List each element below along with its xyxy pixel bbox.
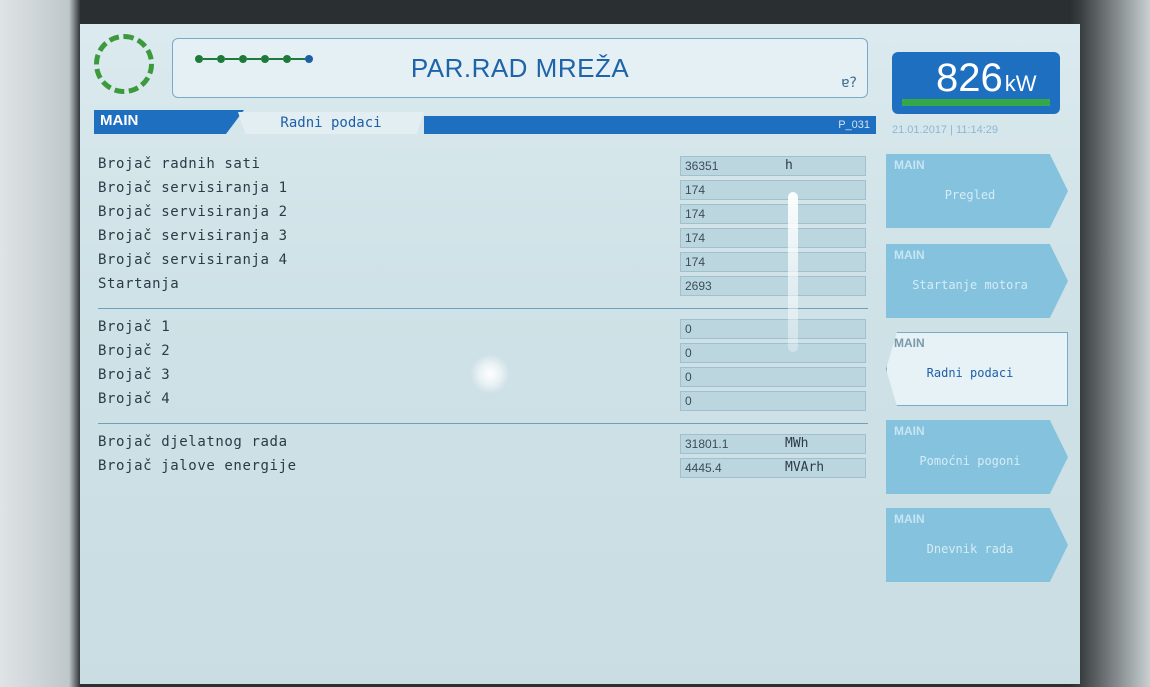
row-unit: h bbox=[785, 158, 793, 173]
row-unit: MWh bbox=[785, 436, 809, 451]
row-unit: MVArh bbox=[785, 460, 825, 475]
power-indicator: 826kW bbox=[892, 52, 1060, 114]
row-value-field: 174 bbox=[680, 204, 866, 224]
menu-button-radni-podaci[interactable]: MAIN Radni podaci bbox=[886, 332, 1068, 406]
menu-label: Pregled bbox=[944, 188, 996, 202]
datetime: 21.01.2017 | 11:14:29 bbox=[892, 124, 999, 136]
section-divider bbox=[98, 423, 868, 424]
data-list: Brojač radnih sati 36351 h Brojač servisira… bbox=[98, 154, 868, 480]
menu-group-label: MAIN bbox=[894, 424, 925, 438]
data-row: Brojač servisiranja 4 174 bbox=[98, 250, 868, 274]
page-title: PAR.RAD MREŽA bbox=[410, 53, 630, 83]
row-label: Brojač servisiranja 1 bbox=[98, 180, 288, 196]
row-value-field: 174 bbox=[680, 252, 866, 272]
row-value: 2693 bbox=[685, 279, 712, 293]
row-value: 31801.1 bbox=[685, 437, 729, 451]
data-row: Brojač radnih sati 36351 h bbox=[98, 154, 868, 178]
menu-label: Radni podaci bbox=[926, 366, 1014, 380]
menu-label: Pomoćni pogoni bbox=[919, 454, 1021, 468]
tab-main[interactable]: MAIN bbox=[94, 110, 244, 134]
row-value-field: 0 bbox=[680, 391, 866, 411]
tab-radni-podaci[interactable]: Radni podaci bbox=[238, 112, 424, 134]
row-value-field: 174 bbox=[680, 228, 866, 248]
row-value-field: 2693 bbox=[680, 276, 866, 296]
row-value: 174 bbox=[685, 255, 706, 269]
data-row: Brojač djelatnog rada 31801.1 MWh bbox=[98, 432, 868, 456]
row-value-field: 31801.1 MWh bbox=[680, 434, 866, 454]
row-value: 0 bbox=[685, 394, 692, 408]
row-value: 0 bbox=[685, 346, 692, 360]
row-label: Brojač 2 bbox=[98, 343, 171, 359]
row-label: Startanja bbox=[98, 276, 180, 292]
screen-reflection bbox=[788, 192, 798, 352]
power-level-fill bbox=[902, 99, 1050, 106]
menu-label: Startanje motora bbox=[912, 278, 1028, 292]
hmi-screen: PAR.RAD MREŽA ɐ? 826kW MAIN Radni podaci… bbox=[80, 24, 1080, 684]
data-row: Brojač servisiranja 2 174 bbox=[98, 202, 868, 226]
row-label: Brojač radnih sati bbox=[98, 156, 261, 172]
row-label: Brojač djelatnog rada bbox=[98, 434, 288, 450]
row-value: 174 bbox=[685, 207, 706, 221]
power-value-wrap: 826kW bbox=[936, 56, 1037, 101]
power-value: 826 bbox=[936, 56, 1003, 100]
row-value: 0 bbox=[685, 322, 692, 336]
tab-bar: MAIN Radni podaci P_031 bbox=[94, 110, 876, 134]
row-value-field: 36351 h bbox=[680, 156, 866, 176]
menu-button-pomoćni-pogoni[interactable]: MAIN Pomoćni pogoni bbox=[886, 420, 1068, 494]
page-code: P_031 bbox=[424, 116, 876, 134]
access-lock-icon[interactable]: ɐ? bbox=[841, 75, 857, 91]
menu-group-label: MAIN bbox=[894, 336, 925, 350]
header-title-box: PAR.RAD MREŽA ɐ? bbox=[172, 38, 868, 98]
power-unit: kW bbox=[1004, 71, 1037, 96]
row-value: 0 bbox=[685, 370, 692, 384]
row-label: Brojač jalove energije bbox=[98, 458, 297, 474]
menu-group-label: MAIN bbox=[894, 512, 925, 526]
row-label: Brojač 4 bbox=[98, 391, 171, 407]
menu-label: Dnevnik rada bbox=[926, 542, 1014, 556]
power-level-bar bbox=[902, 99, 1050, 106]
row-value: 36351 bbox=[685, 159, 719, 173]
data-row: Brojač 1 0 bbox=[98, 317, 868, 341]
row-label: Brojač 1 bbox=[98, 319, 171, 335]
row-value-field: 0 bbox=[680, 319, 866, 339]
data-row: Brojač jalove energije 4445.4 MVArh bbox=[98, 456, 868, 480]
row-value-field: 174 bbox=[680, 180, 866, 200]
row-value: 174 bbox=[685, 183, 706, 197]
row-label: Brojač 3 bbox=[98, 367, 171, 383]
menu-button-pregled[interactable]: MAIN Pregled bbox=[886, 154, 1068, 228]
menu-button-startanje-motora[interactable]: MAIN Startanje motora bbox=[886, 244, 1068, 318]
menu-button-dnevnik-rada[interactable]: MAIN Dnevnik rada bbox=[886, 508, 1068, 582]
row-value-field: 0 bbox=[680, 343, 866, 363]
row-value: 174 bbox=[685, 231, 706, 245]
row-label: Brojač servisiranja 4 bbox=[98, 252, 288, 268]
row-value-field: 0 bbox=[680, 367, 866, 387]
menu-group-label: MAIN bbox=[894, 158, 925, 172]
data-row: Brojač servisiranja 3 174 bbox=[98, 226, 868, 250]
section-divider bbox=[98, 308, 868, 309]
row-value-field: 4445.4 MVArh bbox=[680, 458, 866, 478]
data-row: Brojač servisiranja 1 174 bbox=[98, 178, 868, 202]
row-label: Brojač servisiranja 3 bbox=[98, 228, 288, 244]
data-row: Startanja 2693 bbox=[98, 274, 868, 298]
screen-glare bbox=[470, 354, 510, 394]
menu-group-label: MAIN bbox=[894, 248, 925, 262]
row-label: Brojač servisiranja 2 bbox=[98, 204, 288, 220]
row-value: 4445.4 bbox=[685, 461, 722, 475]
status-ring-icon bbox=[94, 34, 154, 94]
